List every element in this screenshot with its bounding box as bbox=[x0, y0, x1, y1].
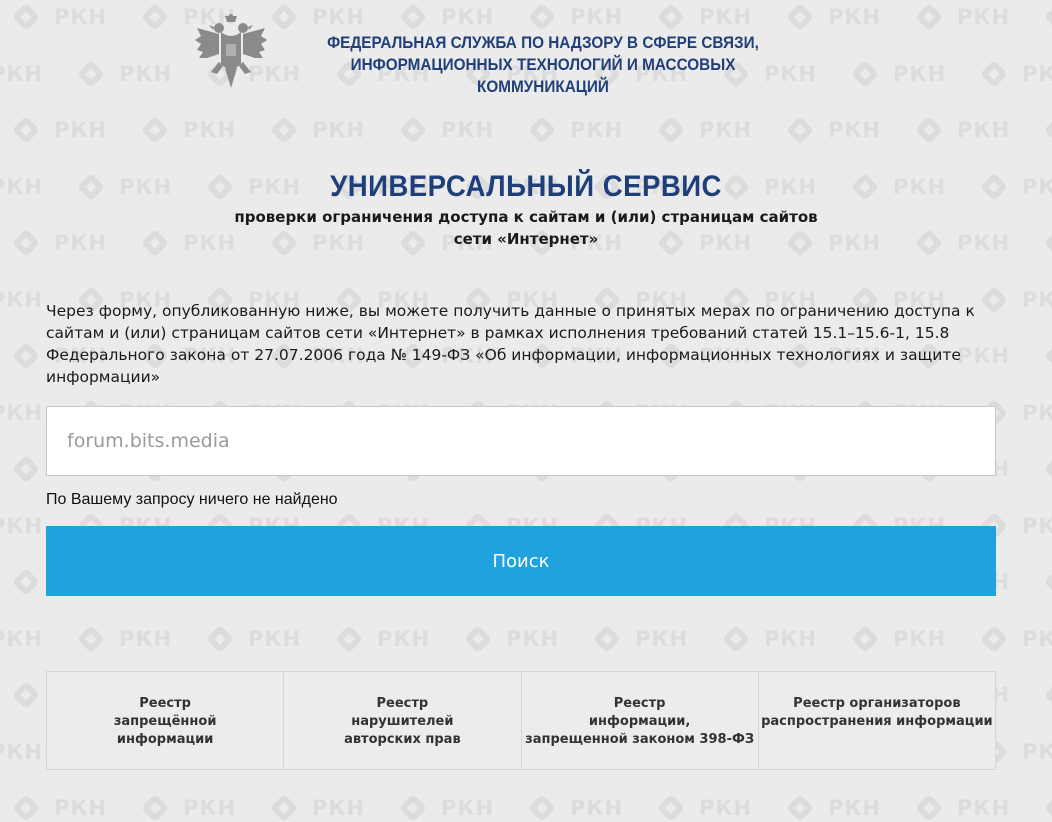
page-subtitle: проверки ограничения доступа к сайтам и … bbox=[226, 206, 826, 250]
page-subtitle-line2: сети «Интернет» bbox=[453, 230, 599, 248]
register-398fz-info-link[interactable]: Реестр информации, запрещенной законом 3… bbox=[522, 672, 759, 769]
page-subtitle-line1: проверки ограничения доступа к сайтам и … bbox=[234, 208, 818, 226]
page-title: УНИВЕРСАЛЬНЫЙ СЕРВИС bbox=[330, 170, 722, 203]
search-input[interactable] bbox=[46, 406, 996, 476]
search-button[interactable]: Поиск bbox=[46, 526, 996, 596]
agency-name: ФЕДЕРАЛЬНАЯ СЛУЖБА ПО НАДЗОРУ В СФЕРЕ СВ… bbox=[300, 32, 786, 98]
agency-name-line1: ФЕДЕРАЛЬНАЯ СЛУЖБА ПО НАДЗОРУ В СФЕРЕ СВ… bbox=[327, 33, 759, 52]
registers-panel: Реестр запрещённой информации Реестр нар… bbox=[46, 671, 996, 770]
search-result-message: По Вашему запросу ничего не найдено bbox=[46, 491, 338, 508]
coat-of-arms-icon bbox=[195, 14, 267, 88]
service-description: Через форму, опубликованную ниже, вы мож… bbox=[46, 302, 975, 386]
register-prohibited-info-link[interactable]: Реестр запрещённой информации bbox=[47, 672, 285, 769]
agency-name-line2: ИНФОРМАЦИОННЫХ ТЕХНОЛОГИЙ И МАССОВЫХ КОМ… bbox=[350, 55, 736, 96]
register-copyright-violators-link[interactable]: Реестр нарушителей авторских прав bbox=[284, 672, 522, 769]
agency-header: ФЕДЕРАЛЬНАЯ СЛУЖБА ПО НАДЗОРУ В СФЕРЕ СВ… bbox=[195, 12, 835, 96]
register-info-distributors-link[interactable]: Реестр организаторов распространения инф… bbox=[759, 672, 995, 769]
